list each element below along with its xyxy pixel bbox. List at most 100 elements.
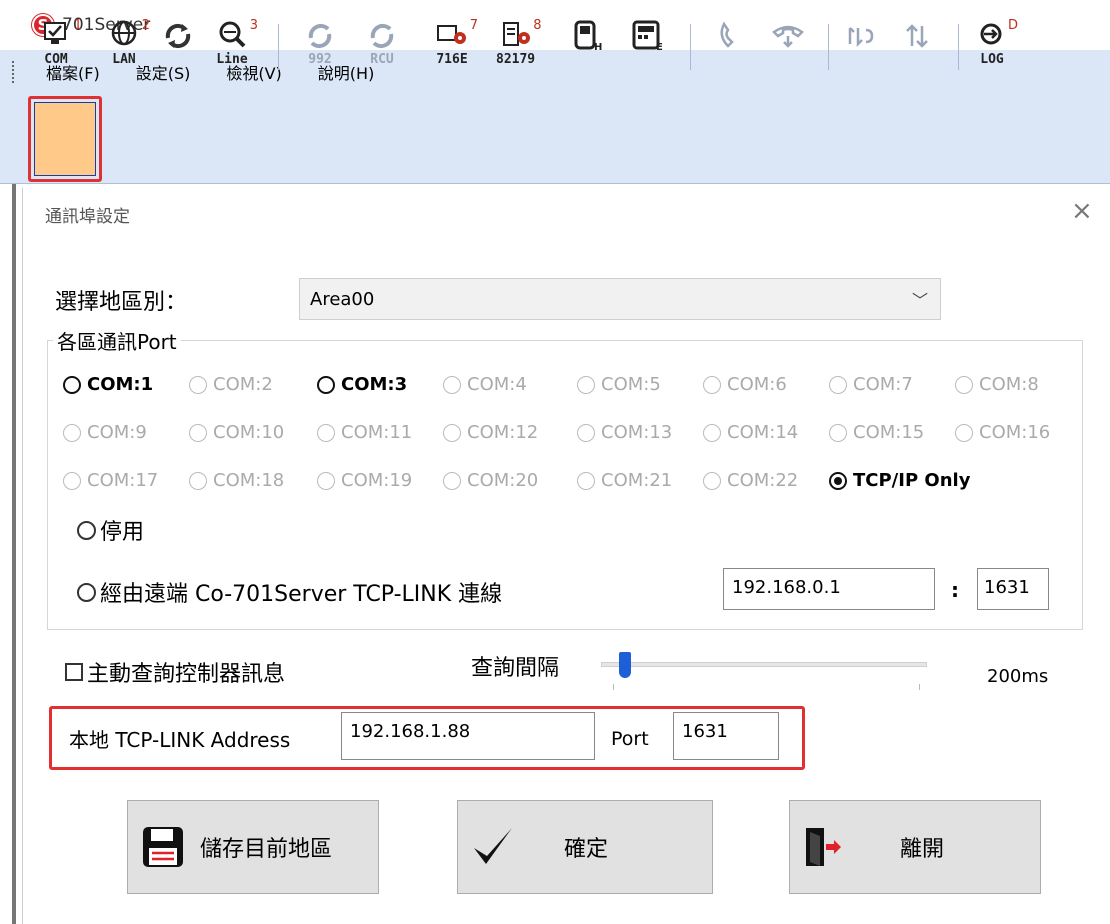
- exit-label: 離開: [900, 837, 945, 862]
- refresh-disabled-icon: [302, 20, 338, 52]
- checkmark-icon: [474, 828, 512, 864]
- com-port-label: COM:6: [727, 374, 787, 395]
- 82179-button[interactable]: 8 82179: [496, 18, 542, 78]
- com-port-label: COM:3: [341, 374, 408, 395]
- com-port-radio: COM:9: [63, 422, 147, 443]
- com-port-radio: COM:8: [955, 374, 1039, 395]
- com-port-radio: COM:21: [577, 470, 672, 491]
- com-port-radio: COM:16: [955, 422, 1050, 443]
- radio-circle: [77, 582, 96, 602]
- interval-value: 200ms: [987, 666, 1049, 687]
- keypad-h-icon: H: [568, 20, 604, 53]
- com-port-label: COM:5: [601, 374, 661, 395]
- radio-circle: [703, 375, 721, 394]
- remote-radio[interactable]: 經由遠端 Co-701Server TCP-LINK 連線: [77, 576, 502, 608]
- transfer-button[interactable]: [900, 20, 936, 78]
- lan-label: LAN: [112, 52, 136, 67]
- radio-circle: [829, 423, 847, 442]
- radio-circle: [703, 423, 721, 442]
- refresh-button[interactable]: [160, 20, 196, 78]
- remote-label: 經由遠端 Co-701Server TCP-LINK 連線: [100, 582, 503, 607]
- exit-button[interactable]: 離開: [789, 800, 1041, 894]
- radio-circle: [829, 375, 847, 394]
- keypad-gear-icon: 8: [498, 18, 542, 52]
- com-port-label: COM:12: [467, 422, 539, 443]
- com-label: COM: [44, 52, 68, 67]
- region-select[interactable]: Area00 ﹀: [299, 278, 941, 320]
- radio-circle: [189, 423, 207, 442]
- radio-circle: [77, 520, 96, 540]
- rcu-label: RCU: [370, 52, 394, 67]
- close-icon[interactable]: ×: [1071, 198, 1093, 224]
- 992-button[interactable]: 992: [302, 20, 338, 78]
- disable-radio[interactable]: 停用: [77, 514, 144, 546]
- hangup-button[interactable]: [770, 20, 806, 78]
- com-port-label: COM:21: [601, 470, 673, 491]
- radio-circle: [829, 471, 847, 490]
- radio-circle: [63, 423, 81, 442]
- poll-checkbox[interactable]: 主動查詢控制器訊息: [65, 656, 285, 688]
- interval-slider-track[interactable]: [601, 662, 927, 667]
- log-icon: D: [974, 18, 1018, 52]
- comport-settings-dialog: 通訊埠設定 × 選擇地區別： Area00 ﹀ 各區通訊Port COM:1 CO…: [22, 188, 1110, 924]
- com-num: 1: [73, 18, 82, 33]
- region-label: 選擇地區別：: [55, 290, 188, 315]
- com-port-radio: COM:20: [443, 470, 538, 491]
- region-select-value: Area00: [310, 288, 375, 310]
- radio-circle: [317, 471, 335, 490]
- com-port-radio: COM:14: [703, 422, 798, 443]
- com-port-radio[interactable]: COM:3: [317, 374, 407, 395]
- 82179-num: 8: [533, 18, 542, 33]
- com-port-radio[interactable]: TCP/IP Only: [829, 470, 970, 491]
- lan-num: 2: [141, 18, 150, 33]
- com-port-label: TCP/IP Only: [853, 470, 971, 491]
- com-port-radio: COM:15: [829, 422, 924, 443]
- 716e-button[interactable]: 7 716E: [434, 18, 478, 78]
- remote-ip-input[interactable]: 192.168.0.1: [723, 568, 935, 610]
- log-num: D: [1007, 18, 1018, 33]
- keypad-h-button[interactable]: H: [568, 20, 604, 78]
- com-port-label: COM:2: [213, 374, 273, 395]
- radio-circle: [189, 471, 207, 490]
- arrows-up-down-icon: [900, 20, 936, 52]
- search-network-icon: 3: [214, 18, 258, 52]
- 716e-num: 7: [469, 18, 478, 33]
- com-port-radio[interactable]: COM:1: [63, 374, 153, 395]
- com-button[interactable]: 1 COM: [38, 18, 82, 78]
- radio-circle: [955, 423, 973, 442]
- lan-button[interactable]: 2 LAN: [106, 18, 150, 78]
- remote-port-input[interactable]: 1631: [977, 568, 1049, 610]
- dialog-title: 通訊埠設定: [45, 207, 130, 227]
- radio-circle: [443, 423, 461, 442]
- 82179-label: 82179: [496, 52, 536, 67]
- radio-circle: [955, 375, 973, 394]
- chevron-down-icon: ﹀: [911, 291, 928, 310]
- line-button[interactable]: 3 Line: [214, 18, 258, 78]
- line-label: Line: [216, 52, 248, 67]
- rcu-button[interactable]: RCU: [364, 20, 400, 78]
- exit-door-icon: [806, 828, 841, 866]
- ok-button[interactable]: 確定: [457, 800, 713, 894]
- radio-circle: [577, 471, 595, 490]
- radio-circle: [443, 471, 461, 490]
- interval-slider-thumb[interactable]: [619, 652, 631, 678]
- port-group-label: 各區通訊Port: [53, 326, 181, 355]
- toolbar-separator-2: [690, 24, 691, 70]
- com-port-radio: COM:2: [189, 374, 273, 395]
- globe-icon: 2: [106, 18, 150, 52]
- exchange-button[interactable]: [844, 20, 880, 78]
- phone-button[interactable]: [712, 20, 748, 78]
- local-address-input[interactable]: 192.168.1.88: [341, 712, 595, 760]
- keypad-e-icon: E: [630, 20, 666, 53]
- ok-label: 確定: [564, 837, 609, 862]
- log-button[interactable]: D LOG: [974, 18, 1018, 78]
- com-port-label: COM:7: [853, 374, 913, 395]
- floppy-disk-icon: [143, 827, 183, 867]
- keypad-e-button[interactable]: E: [630, 20, 666, 78]
- radio-circle: [577, 375, 595, 394]
- local-port-input[interactable]: 1631: [673, 712, 779, 760]
- radio-circle: [63, 375, 81, 394]
- com-port-label: COM:8: [979, 374, 1039, 395]
- save-region-button[interactable]: 儲存目前地區: [127, 800, 379, 894]
- radio-circle: [189, 375, 207, 394]
